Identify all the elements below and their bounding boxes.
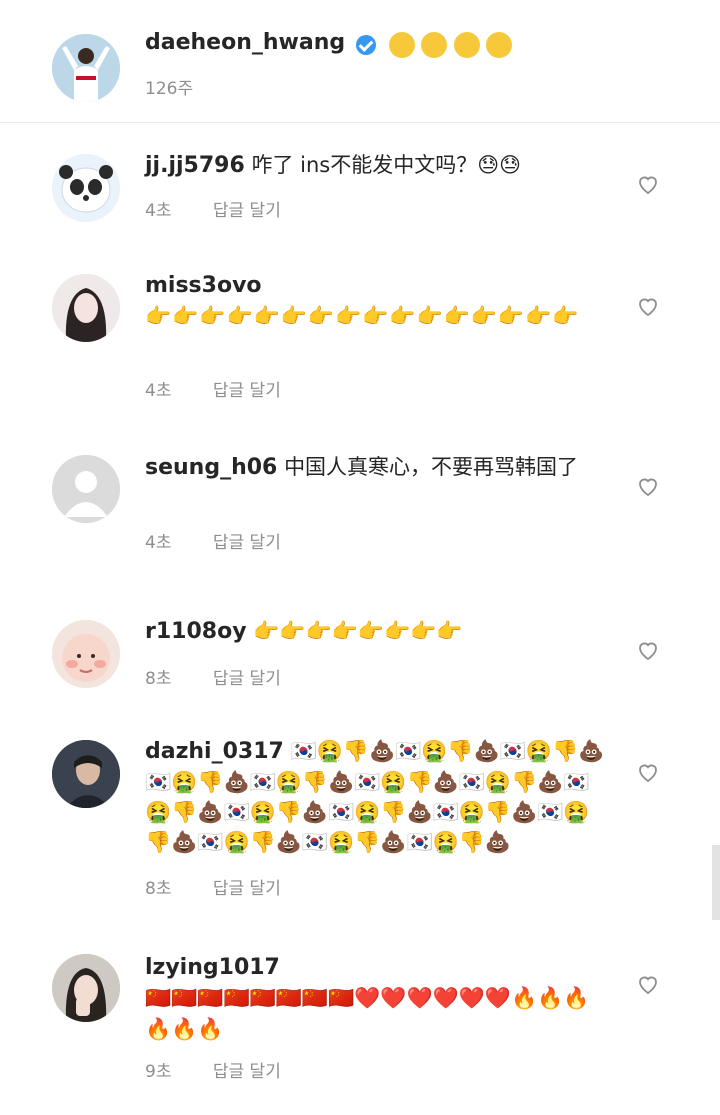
- comment-body: jj.jj5796 咋了 ins不能发中文吗？😓😓: [145, 150, 615, 181]
- comment-meta: 8초 답글 달기: [145, 874, 317, 899]
- divider: [0, 122, 720, 123]
- comment-time: 4초: [145, 201, 172, 221]
- reply-button[interactable]: 답글 달기: [213, 533, 281, 553]
- avatar[interactable]: [52, 34, 120, 102]
- comment-meta: 8초 답글 달기: [145, 664, 317, 689]
- comment-time: 4초: [145, 533, 172, 553]
- heart-icon[interactable]: [636, 972, 660, 996]
- reply-button[interactable]: 답글 달기: [213, 879, 281, 899]
- avatar[interactable]: [52, 740, 120, 808]
- reply-button[interactable]: 답글 달기: [213, 381, 281, 401]
- comment-username[interactable]: dazhi_0317: [145, 739, 284, 764]
- comment-username[interactable]: miss3ovo: [145, 273, 262, 298]
- heart-icon[interactable]: [636, 172, 660, 196]
- emoji-face-icon: [485, 31, 513, 58]
- comment-time: 8초: [145, 879, 172, 899]
- post-title-row: daeheon_hwang: [145, 30, 513, 58]
- comment-text: 🇨🇳🇨🇳🇨🇳🇨🇳🇨🇳🇨🇳🇨🇳🇨🇳❤️❤️❤️❤️❤️❤️🔥🔥🔥🔥🔥🔥: [145, 986, 590, 1041]
- post-header: daeheon_hwang 126주: [0, 0, 720, 122]
- scrollbar[interactable]: [712, 845, 720, 920]
- comment-text: 咋了 ins不能发中文吗？😓😓: [251, 153, 521, 177]
- heart-icon[interactable]: [636, 638, 660, 662]
- emoji-face-icon: [421, 31, 448, 58]
- comment-username[interactable]: lzying1017: [145, 955, 280, 980]
- comment-body: r1108oy 👉👉👉👉👉👉👉👉: [145, 616, 615, 647]
- comment-body: miss3ovo 👉👉👉👉👉👉👉👉👉👉👉👉👉👉👉👉: [145, 270, 615, 332]
- avatar[interactable]: [52, 154, 120, 222]
- comment-time: 4초: [145, 381, 172, 401]
- emoji-face-icon: [389, 31, 416, 58]
- comment-username[interactable]: jj.jj5796: [145, 153, 245, 178]
- heart-icon[interactable]: [636, 294, 660, 318]
- heart-icon[interactable]: [636, 474, 660, 498]
- avatar-placeholder-icon[interactable]: [52, 455, 120, 523]
- comment-meta: 9초 답글 달기: [145, 1057, 317, 1082]
- comment-username[interactable]: r1108oy: [145, 619, 247, 644]
- post-time: 126주: [145, 74, 229, 99]
- post-time-label: 126주: [145, 79, 194, 99]
- reply-button[interactable]: 답글 달기: [213, 201, 281, 221]
- comment-text: 👉👉👉👉👉👉👉👉👉👉👉👉👉👉👉👉: [145, 304, 580, 328]
- heart-icon[interactable]: [636, 760, 660, 784]
- comment-text: 👉👉👉👉👉👉👉👉: [253, 619, 463, 643]
- reply-button[interactable]: 답글 달기: [213, 669, 281, 689]
- reply-button[interactable]: 답글 달기: [213, 1062, 281, 1082]
- avatar[interactable]: [52, 274, 120, 342]
- comment-meta: 4초 답글 달기: [145, 196, 317, 221]
- emoji-face-icon: [453, 31, 481, 58]
- post-emoji: [389, 31, 512, 58]
- comment-time: 8초: [145, 669, 172, 689]
- verified-badge-icon: [356, 34, 377, 55]
- avatar[interactable]: [52, 620, 120, 688]
- comment-meta: 4초 답글 달기: [145, 376, 317, 401]
- comment-body: dazhi_0317 🇰🇷🤮👎💩🇰🇷🤮👎💩🇰🇷🤮👎💩🇰🇷🤮👎💩🇰🇷🤮👎💩🇰🇷🤮👎…: [145, 736, 615, 857]
- avatar[interactable]: [52, 954, 120, 1022]
- comment-body: seung_h06 中国人真寒心，不要再骂韩国了: [145, 452, 615, 483]
- comment-meta: 4초 답글 달기: [145, 528, 317, 553]
- comment-time: 9초: [145, 1062, 172, 1082]
- comment-body: lzying1017 🇨🇳🇨🇳🇨🇳🇨🇳🇨🇳🇨🇳🇨🇳🇨🇳❤️❤️❤️❤️❤️❤️🔥…: [145, 952, 615, 1045]
- post-username[interactable]: daeheon_hwang: [145, 30, 345, 55]
- comment-username[interactable]: seung_h06: [145, 455, 277, 480]
- comment-text: 中国人真寒心，不要再骂韩国了: [284, 455, 579, 479]
